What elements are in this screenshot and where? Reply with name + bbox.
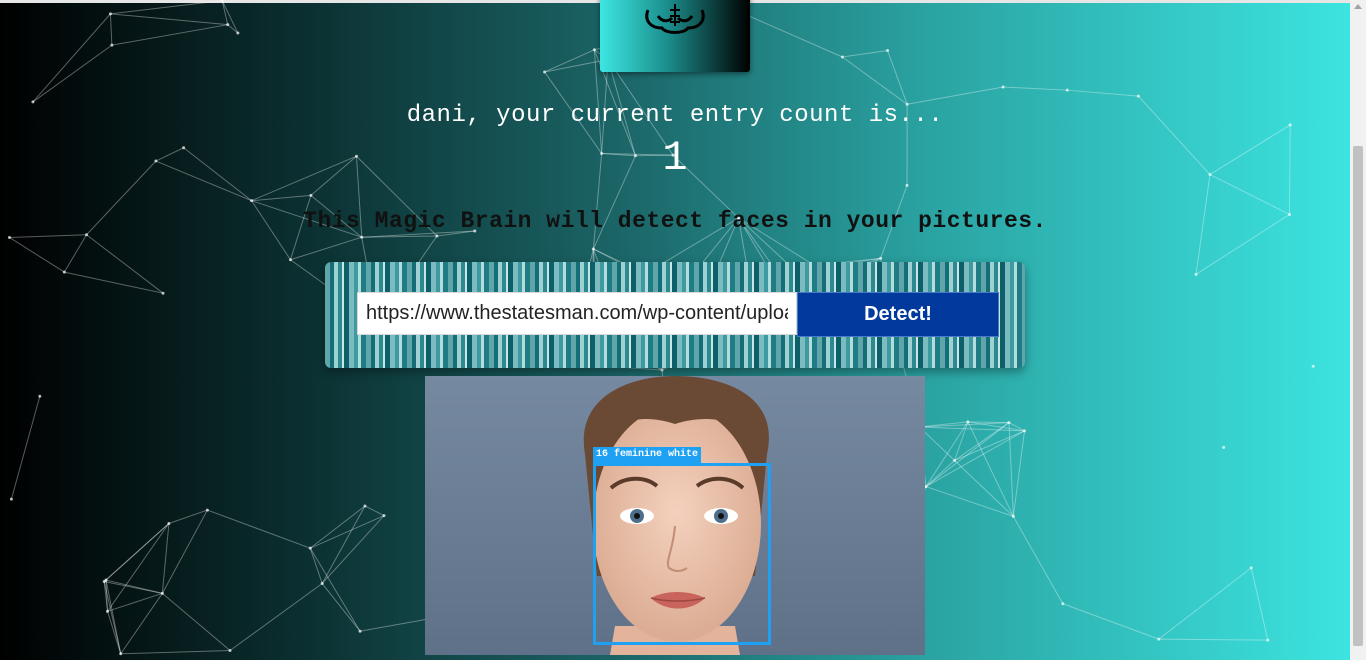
face-detection-label: 16 feminine white [593, 447, 702, 463]
image-url-input[interactable] [357, 292, 797, 335]
scrollbar-thumb[interactable] [1353, 146, 1363, 646]
entry-count-value: 1 [662, 134, 688, 182]
brain-icon [645, 4, 705, 34]
vertical-scrollbar[interactable] [1350, 0, 1366, 660]
image-link-form: Detect! [325, 262, 1025, 368]
app-tagline: This Magic Brain will detect faces in yo… [303, 208, 1047, 234]
logo-card[interactable] [600, 0, 750, 72]
face-bounding-box [593, 463, 771, 645]
detect-button[interactable]: Detect! [797, 292, 999, 337]
detected-image: 16 feminine white [425, 376, 925, 655]
entry-count-message: dani, your current entry count is... [406, 102, 944, 129]
scroll-up-arrow-icon[interactable] [1354, 4, 1362, 9]
